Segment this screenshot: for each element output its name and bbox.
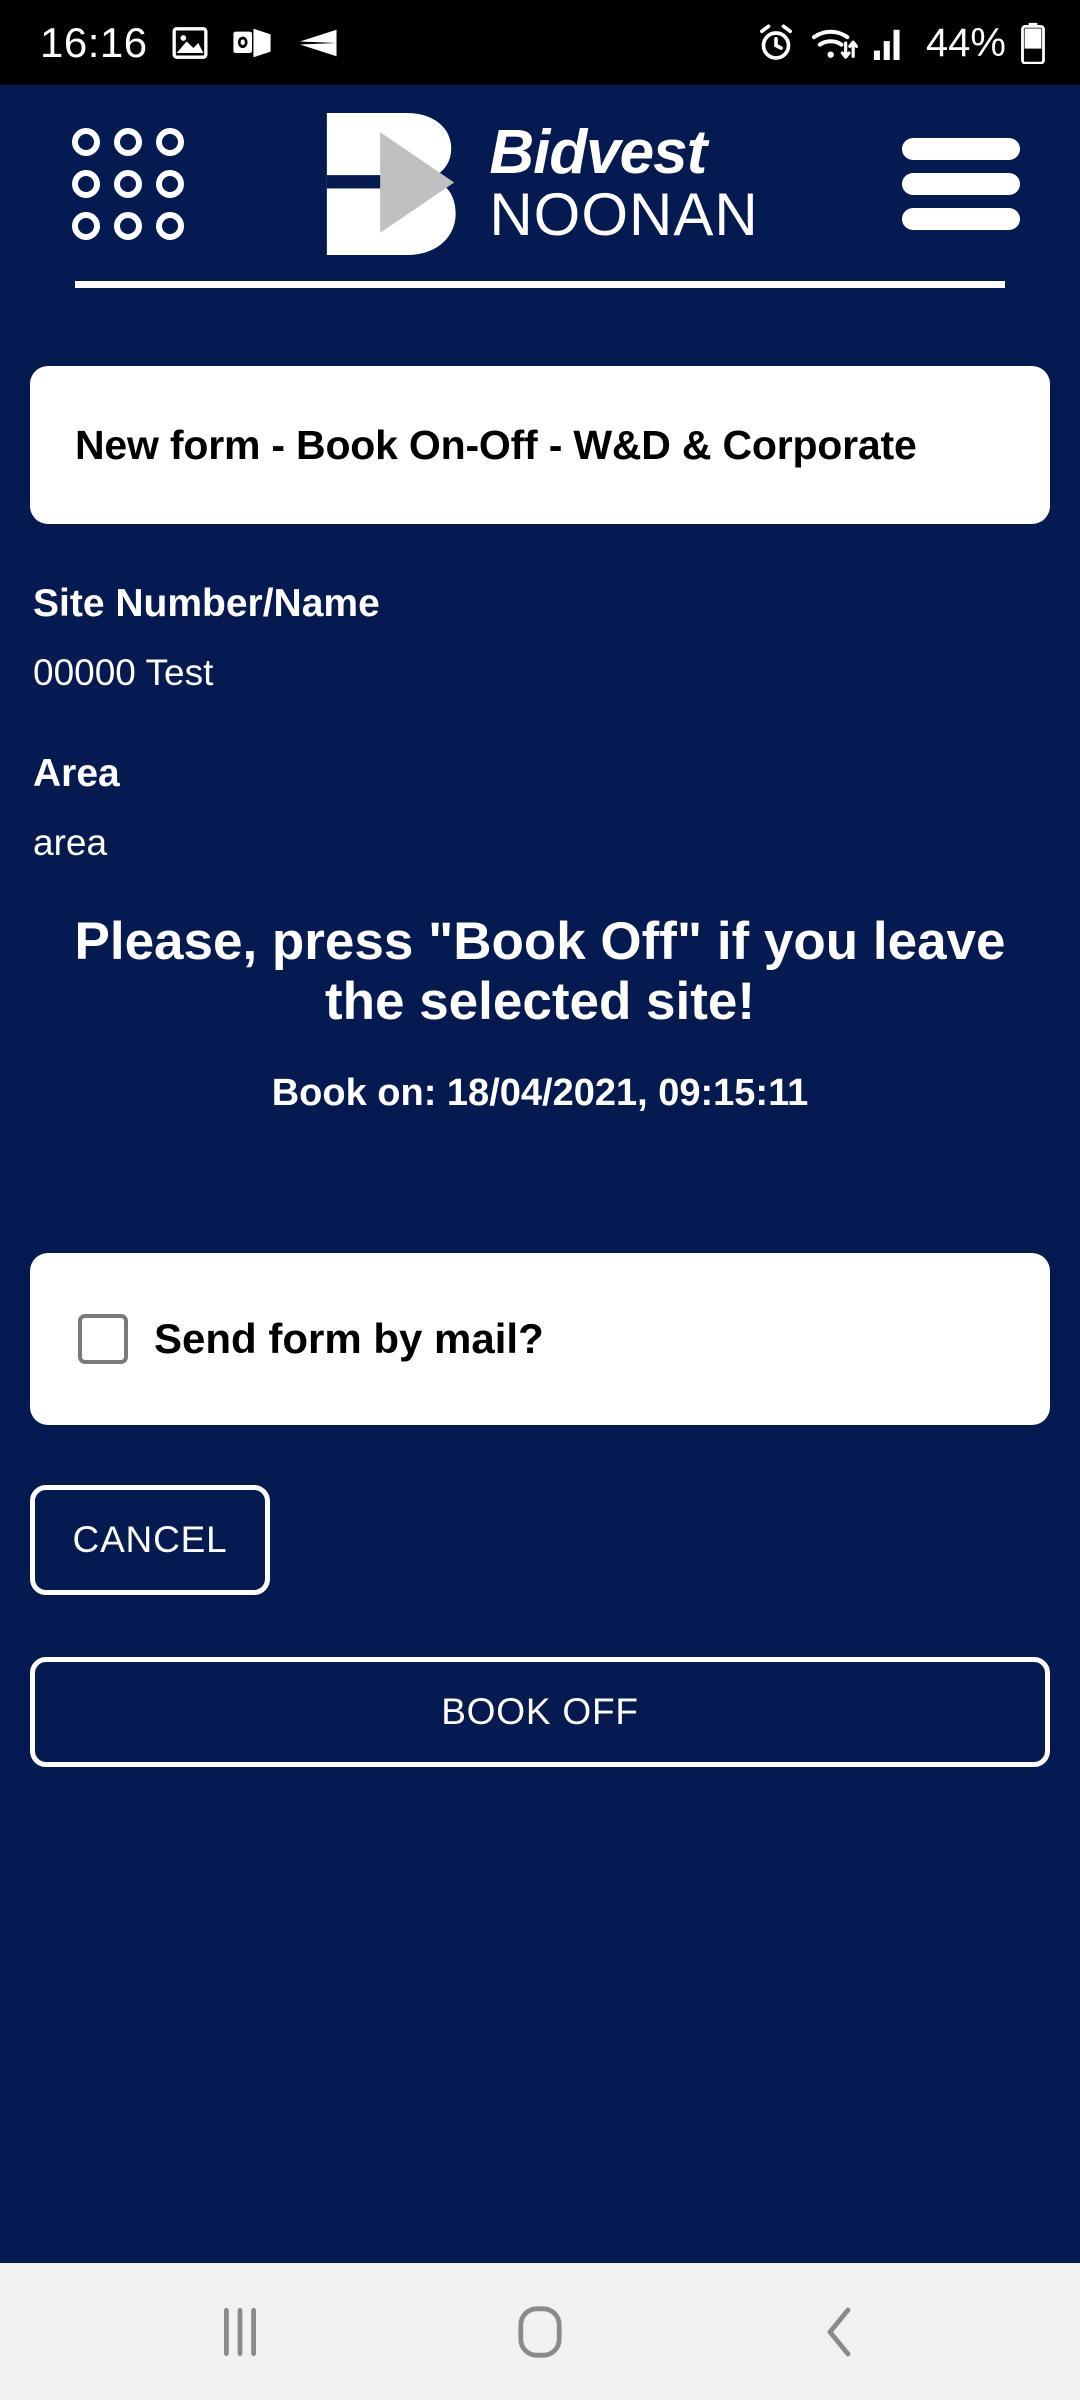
status-bar-clock: 16:16 <box>40 18 148 66</box>
form-title-card: New form - Book On-Off - W&D & Corporate <box>30 366 1050 524</box>
site-field-label: Site Number/Name <box>33 582 380 625</box>
site-field-block: Site Number/Name 00000 Test <box>30 582 1050 694</box>
app-header-row: Bidvest NOONAN <box>0 109 1080 259</box>
book-off-notice: Please, press "Book Off" if you leave th… <box>74 912 1006 1031</box>
send-by-mail-label: Send form by mail? <box>154 1314 544 1362</box>
area-field-block: Area area <box>30 752 1050 864</box>
recents-icon <box>224 2307 256 2356</box>
signal-icon <box>873 29 900 60</box>
apps-grid-icon[interactable] <box>72 128 184 240</box>
alarm-icon <box>759 24 792 60</box>
status-bar: 16:16 44% <box>0 0 1080 85</box>
area-field-label: Area <box>33 752 120 795</box>
hamburger-menu-icon[interactable] <box>901 138 1020 230</box>
area-field-value: area <box>33 822 108 863</box>
brand-logo-line2: NOONAN <box>489 180 759 248</box>
android-nav-bar <box>0 2263 1080 2400</box>
outlook-icon <box>233 28 271 57</box>
home-button[interactable] <box>465 2263 615 2400</box>
send-icon <box>299 29 337 56</box>
hamburger-bar <box>901 138 1020 160</box>
battery-icon <box>1021 22 1045 64</box>
grid-dot <box>156 170 184 198</box>
page-title: New form - Book On-Off - W&D & Corporate <box>75 421 917 468</box>
send-by-mail-checkbox[interactable] <box>78 1313 128 1364</box>
hamburger-bar <box>901 173 1020 195</box>
book-off-button[interactable]: BOOK OFF <box>30 1656 1050 1767</box>
hamburger-bar <box>901 208 1020 230</box>
grid-dot <box>156 212 184 240</box>
battery-percent-label: 44% <box>925 20 1006 65</box>
brand-logo-words: Bidvest NOONAN <box>489 118 759 248</box>
back-icon <box>827 2307 851 2356</box>
grid-dot <box>114 128 142 156</box>
bidvest-b-mark-icon <box>327 112 456 256</box>
grid-dot <box>72 170 100 198</box>
image-icon <box>172 26 208 59</box>
wifi-icon <box>811 29 858 59</box>
grid-dot <box>156 128 184 156</box>
home-icon <box>518 2305 562 2358</box>
phone-screen: 16:16 44% Bidvest NOONAN New form - Book… <box>0 0 1080 2400</box>
site-field-value: 00000 Test <box>33 652 214 693</box>
grid-dot <box>72 128 100 156</box>
book-on-timestamp: Book on: 18/04/2021, 09:15:11 <box>271 1071 809 1114</box>
grid-dot <box>114 170 142 198</box>
app-header: Bidvest NOONAN <box>0 85 1080 288</box>
status-bar-right: 44% <box>756 22 1046 64</box>
send-by-mail-card[interactable]: Send form by mail? <box>30 1252 1050 1425</box>
back-button[interactable] <box>765 2263 915 2400</box>
form-content: New form - Book On-Off - W&D & Corporate… <box>0 288 1080 2263</box>
grid-dot <box>72 212 100 240</box>
status-bar-left: 16:16 <box>40 18 338 66</box>
recents-button[interactable] <box>165 2263 315 2400</box>
cancel-button[interactable]: CANCEL <box>30 1484 270 1595</box>
brand-logo-line1: Bidvest <box>489 118 707 188</box>
header-divider <box>75 281 1005 288</box>
grid-dot <box>114 212 142 240</box>
brand-logo: Bidvest NOONAN <box>317 110 758 258</box>
